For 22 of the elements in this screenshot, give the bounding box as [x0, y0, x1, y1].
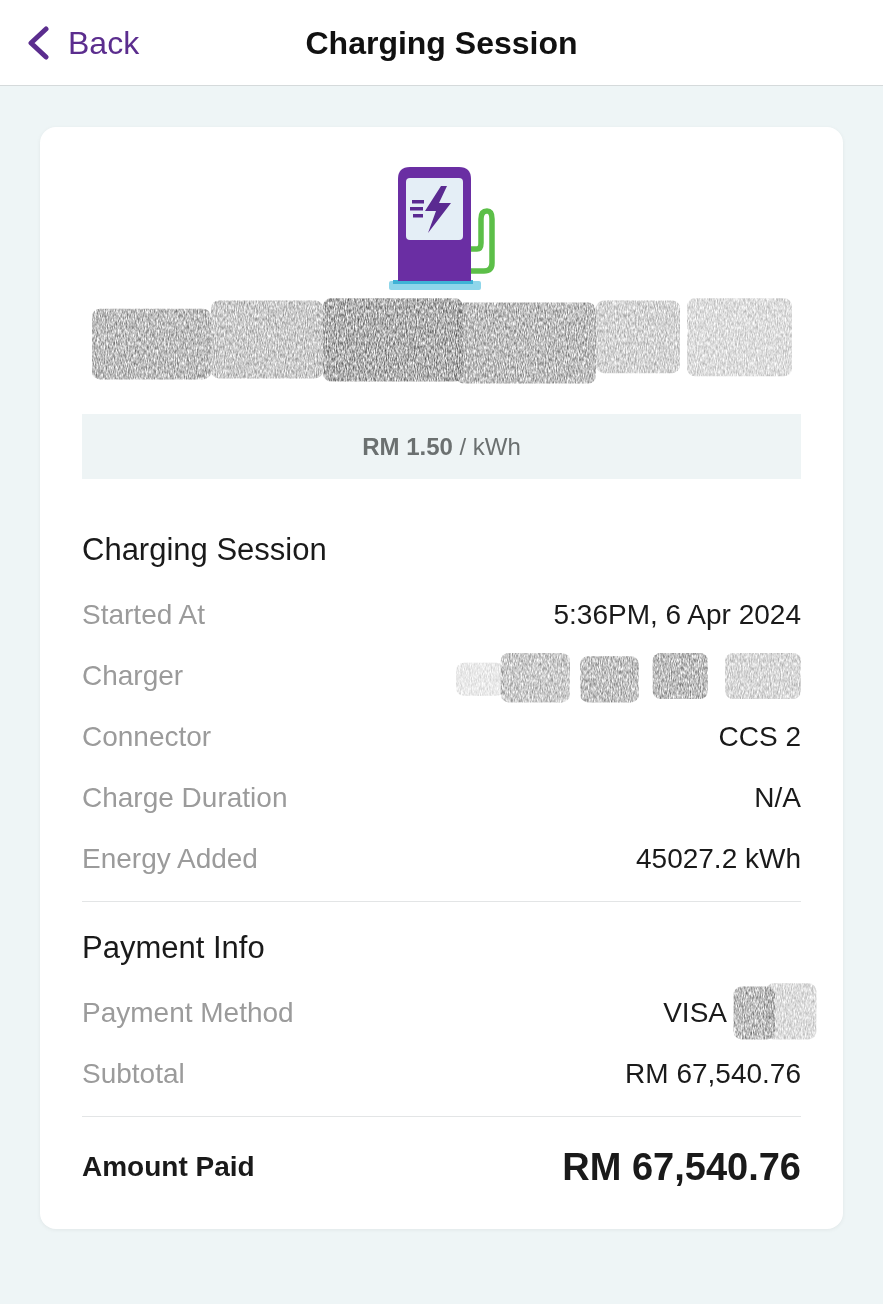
total-amount: RM 67,540.76 — [562, 1144, 801, 1190]
screen-title: Charging Session — [305, 26, 578, 59]
field-label: Charge Duration — [82, 780, 288, 815]
field-label: Payment Method — [82, 995, 294, 1030]
field-label: Connector — [82, 719, 212, 754]
field-label: Energy Added — [82, 841, 258, 876]
price-per-kwh: RM 1.50 / kWh — [362, 431, 521, 462]
field-value: N/A — [754, 780, 801, 815]
total-label: Amount Paid — [82, 1150, 255, 1184]
back-button[interactable]: Back — [26, 25, 140, 60]
chevron-left-icon — [26, 25, 50, 60]
field-label: Subtotal — [82, 1056, 185, 1091]
field-value: 45027.2 kWh — [636, 841, 801, 876]
field-value: RM 67,540.76 — [625, 1056, 801, 1091]
field-label: Charger — [82, 658, 184, 693]
field-label: Started At — [82, 597, 205, 632]
field-value: 5:36PM, 6 Apr 2024 — [553, 597, 801, 632]
section-heading: Charging Session — [82, 531, 328, 569]
field-value: CCS 2 — [718, 719, 801, 754]
section-heading: Payment Info — [82, 929, 266, 967]
field-value: VISA — [663, 995, 727, 1030]
charging-station-icon — [388, 167, 495, 292]
